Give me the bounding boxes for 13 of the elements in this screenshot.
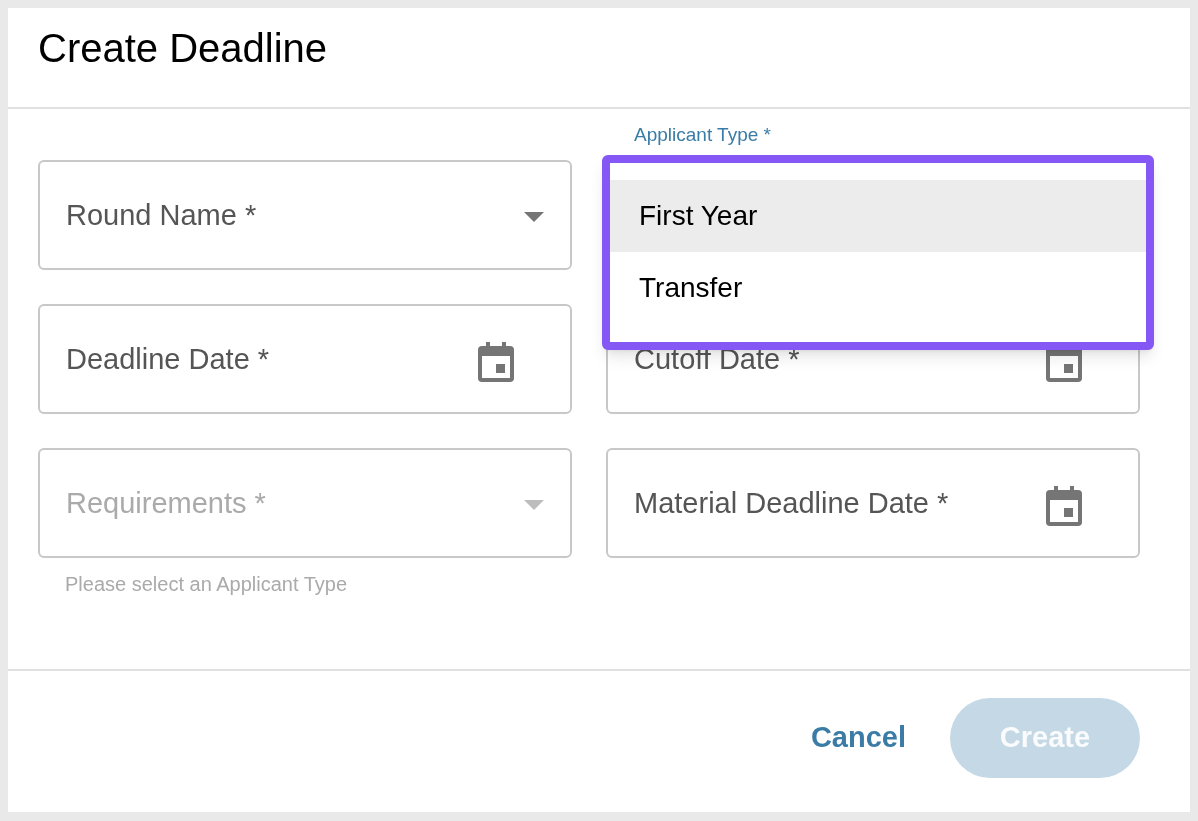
- dialog-title: Create Deadline: [38, 25, 328, 72]
- menu-option[interactable]: Transfer: [610, 252, 1146, 324]
- helper-text: Please select an Applicant Type: [65, 572, 348, 596]
- select-field[interactable]: Round Name *: [38, 160, 572, 270]
- calendar-icon: [478, 342, 514, 382]
- menu-option[interactable]: First Year: [610, 180, 1146, 252]
- cancel-button[interactable]: Cancel: [806, 707, 910, 768]
- dropdown-caret-icon: [524, 212, 544, 222]
- date-field[interactable]: Deadline Date *: [38, 304, 572, 414]
- date-field[interactable]: Material Deadline Date *: [606, 448, 1140, 558]
- field-label: Applicant Type *: [634, 124, 771, 146]
- dropdown-caret-icon: [524, 500, 544, 510]
- calendar-icon: [1046, 486, 1082, 526]
